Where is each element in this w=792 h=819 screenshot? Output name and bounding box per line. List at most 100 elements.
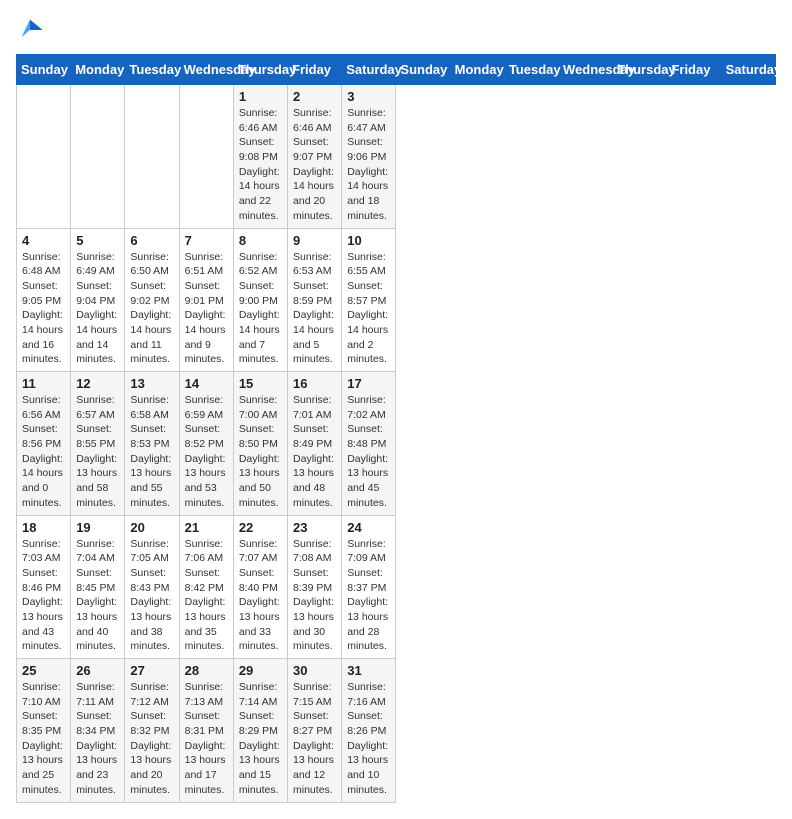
day-number: 13 xyxy=(130,376,173,391)
day-number: 31 xyxy=(347,663,390,678)
day-of-week-header: Saturday xyxy=(342,55,396,85)
calendar-cell: 11 Sunrise: 6:56 AM Sunset: 8:56 PM Dayli… xyxy=(17,372,71,516)
day-detail: Sunrise: 6:56 AM Sunset: 8:56 PM Dayligh… xyxy=(22,393,65,511)
calendar-cell: 5Sunrise: 6:49 AM Sunset: 9:04 PM Daylig… xyxy=(71,228,125,372)
day-of-week-header: Monday xyxy=(71,55,125,85)
day-detail: Sunrise: 6:47 AM Sunset: 9:06 PM Dayligh… xyxy=(347,106,390,224)
calendar-week-row: 18 Sunrise: 7:03 AM Sunset: 8:46 PM Dayli… xyxy=(17,515,776,659)
calendar-cell: 16 Sunrise: 7:01 AM Sunset: 8:49 PM Dayli… xyxy=(288,372,342,516)
day-number: 19 xyxy=(76,520,119,535)
calendar-cell: 6 Sunrise: 6:50 AM Sunset: 9:02 PM Daylig… xyxy=(125,228,179,372)
day-detail: Sunrise: 7:01 AM Sunset: 8:49 PM Dayligh… xyxy=(293,393,336,511)
calendar-cell: 9Sunrise: 6:53 AM Sunset: 8:59 PM Daylig… xyxy=(288,228,342,372)
logo xyxy=(16,16,48,44)
day-number: 17 xyxy=(347,376,390,391)
day-number: 27 xyxy=(130,663,173,678)
day-detail: Sunrise: 6:46 AM Sunset: 9:07 PM Dayligh… xyxy=(293,106,336,224)
calendar-cell xyxy=(179,85,233,229)
day-detail: Sunrise: 7:03 AM Sunset: 8:46 PM Dayligh… xyxy=(22,537,65,655)
day-detail: Sunrise: 7:10 AM Sunset: 8:35 PM Dayligh… xyxy=(22,680,65,798)
calendar-cell: 24Sunrise: 7:09 AM Sunset: 8:37 PM Dayli… xyxy=(342,515,396,659)
calendar-cell xyxy=(125,85,179,229)
calendar-table: SundayMondayTuesdayWednesdayThursdayFrid… xyxy=(16,54,776,803)
day-detail: Sunrise: 6:52 AM Sunset: 9:00 PM Dayligh… xyxy=(239,250,282,368)
calendar-cell: 28Sunrise: 7:13 AM Sunset: 8:31 PM Dayli… xyxy=(179,659,233,803)
calendar-cell: 17 Sunrise: 7:02 AM Sunset: 8:48 PM Dayli… xyxy=(342,372,396,516)
day-detail: Sunrise: 7:04 AM Sunset: 8:45 PM Dayligh… xyxy=(76,537,119,655)
day-of-week-header: Saturday xyxy=(721,55,775,85)
calendar-cell: 27 Sunrise: 7:12 AM Sunset: 8:32 PM Dayli… xyxy=(125,659,179,803)
calendar-cell: 12 Sunrise: 6:57 AM Sunset: 8:55 PM Dayli… xyxy=(71,372,125,516)
calendar-week-row: 11 Sunrise: 6:56 AM Sunset: 8:56 PM Dayli… xyxy=(17,372,776,516)
day-detail: Sunrise: 7:14 AM Sunset: 8:29 PM Dayligh… xyxy=(239,680,282,798)
day-detail: Sunrise: 6:58 AM Sunset: 8:53 PM Dayligh… xyxy=(130,393,173,511)
day-of-week-header: Tuesday xyxy=(504,55,558,85)
calendar-cell: 15 Sunrise: 7:00 AM Sunset: 8:50 PM Dayli… xyxy=(233,372,287,516)
day-detail: Sunrise: 7:13 AM Sunset: 8:31 PM Dayligh… xyxy=(185,680,228,798)
calendar-cell: 1 Sunrise: 6:46 AM Sunset: 9:08 PM Daylig… xyxy=(233,85,287,229)
calendar-cell: 2Sunrise: 6:46 AM Sunset: 9:07 PM Daylig… xyxy=(288,85,342,229)
day-number: 20 xyxy=(130,520,173,535)
calendar-cell: 29 Sunrise: 7:14 AM Sunset: 8:29 PM Dayli… xyxy=(233,659,287,803)
day-detail: Sunrise: 7:12 AM Sunset: 8:32 PM Dayligh… xyxy=(130,680,173,798)
day-number: 15 xyxy=(239,376,282,391)
calendar-week-row: 4 Sunrise: 6:48 AM Sunset: 9:05 PM Daylig… xyxy=(17,228,776,372)
calendar-cell: 20 Sunrise: 7:05 AM Sunset: 8:43 PM Dayli… xyxy=(125,515,179,659)
calendar-header-row: SundayMondayTuesdayWednesdayThursdayFrid… xyxy=(17,55,776,85)
calendar-cell: 23Sunrise: 7:08 AM Sunset: 8:39 PM Dayli… xyxy=(288,515,342,659)
day-of-week-header: Sunday xyxy=(396,55,450,85)
day-detail: Sunrise: 7:05 AM Sunset: 8:43 PM Dayligh… xyxy=(130,537,173,655)
day-number: 3 xyxy=(347,89,390,104)
calendar-cell: 10 Sunrise: 6:55 AM Sunset: 8:57 PM Dayli… xyxy=(342,228,396,372)
day-number: 6 xyxy=(130,233,173,248)
day-detail: Sunrise: 7:00 AM Sunset: 8:50 PM Dayligh… xyxy=(239,393,282,511)
calendar-week-row: 1 Sunrise: 6:46 AM Sunset: 9:08 PM Daylig… xyxy=(17,85,776,229)
day-detail: Sunrise: 6:50 AM Sunset: 9:02 PM Dayligh… xyxy=(130,250,173,368)
calendar-week-row: 25Sunrise: 7:10 AM Sunset: 8:35 PM Dayli… xyxy=(17,659,776,803)
day-detail: Sunrise: 7:02 AM Sunset: 8:48 PM Dayligh… xyxy=(347,393,390,511)
day-detail: Sunrise: 6:48 AM Sunset: 9:05 PM Dayligh… xyxy=(22,250,65,368)
day-of-week-header: Sunday xyxy=(17,55,71,85)
day-number: 9 xyxy=(293,233,336,248)
day-number: 21 xyxy=(185,520,228,535)
calendar-cell: 4 Sunrise: 6:48 AM Sunset: 9:05 PM Daylig… xyxy=(17,228,71,372)
calendar-cell: 26 Sunrise: 7:11 AM Sunset: 8:34 PM Dayli… xyxy=(71,659,125,803)
day-of-week-header: Friday xyxy=(667,55,721,85)
page-header xyxy=(16,16,776,44)
day-of-week-header: Friday xyxy=(288,55,342,85)
day-number: 14 xyxy=(185,376,228,391)
day-detail: Sunrise: 6:59 AM Sunset: 8:52 PM Dayligh… xyxy=(185,393,228,511)
day-detail: Sunrise: 7:07 AM Sunset: 8:40 PM Dayligh… xyxy=(239,537,282,655)
day-of-week-header: Tuesday xyxy=(125,55,179,85)
day-detail: Sunrise: 7:15 AM Sunset: 8:27 PM Dayligh… xyxy=(293,680,336,798)
day-detail: Sunrise: 7:16 AM Sunset: 8:26 PM Dayligh… xyxy=(347,680,390,798)
day-detail: Sunrise: 7:11 AM Sunset: 8:34 PM Dayligh… xyxy=(76,680,119,798)
day-number: 18 xyxy=(22,520,65,535)
calendar-cell: 31 Sunrise: 7:16 AM Sunset: 8:26 PM Dayli… xyxy=(342,659,396,803)
day-number: 29 xyxy=(239,663,282,678)
calendar-cell: 21 Sunrise: 7:06 AM Sunset: 8:42 PM Dayli… xyxy=(179,515,233,659)
day-number: 26 xyxy=(76,663,119,678)
day-detail: Sunrise: 7:09 AM Sunset: 8:37 PM Dayligh… xyxy=(347,537,390,655)
day-number: 16 xyxy=(293,376,336,391)
day-detail: Sunrise: 6:57 AM Sunset: 8:55 PM Dayligh… xyxy=(76,393,119,511)
day-number: 11 xyxy=(22,376,65,391)
calendar-cell: 30 Sunrise: 7:15 AM Sunset: 8:27 PM Dayli… xyxy=(288,659,342,803)
day-detail: Sunrise: 6:46 AM Sunset: 9:08 PM Dayligh… xyxy=(239,106,282,224)
calendar-cell: 18 Sunrise: 7:03 AM Sunset: 8:46 PM Dayli… xyxy=(17,515,71,659)
day-number: 7 xyxy=(185,233,228,248)
day-number: 1 xyxy=(239,89,282,104)
day-number: 8 xyxy=(239,233,282,248)
logo-icon xyxy=(16,16,44,44)
day-number: 30 xyxy=(293,663,336,678)
day-of-week-header: Monday xyxy=(450,55,504,85)
day-detail: Sunrise: 7:06 AM Sunset: 8:42 PM Dayligh… xyxy=(185,537,228,655)
calendar-cell: 19 Sunrise: 7:04 AM Sunset: 8:45 PM Dayli… xyxy=(71,515,125,659)
day-number: 5 xyxy=(76,233,119,248)
day-detail: Sunrise: 6:55 AM Sunset: 8:57 PM Dayligh… xyxy=(347,250,390,368)
day-number: 4 xyxy=(22,233,65,248)
day-number: 12 xyxy=(76,376,119,391)
day-number: 10 xyxy=(347,233,390,248)
calendar-cell: 13 Sunrise: 6:58 AM Sunset: 8:53 PM Dayli… xyxy=(125,372,179,516)
day-number: 22 xyxy=(239,520,282,535)
